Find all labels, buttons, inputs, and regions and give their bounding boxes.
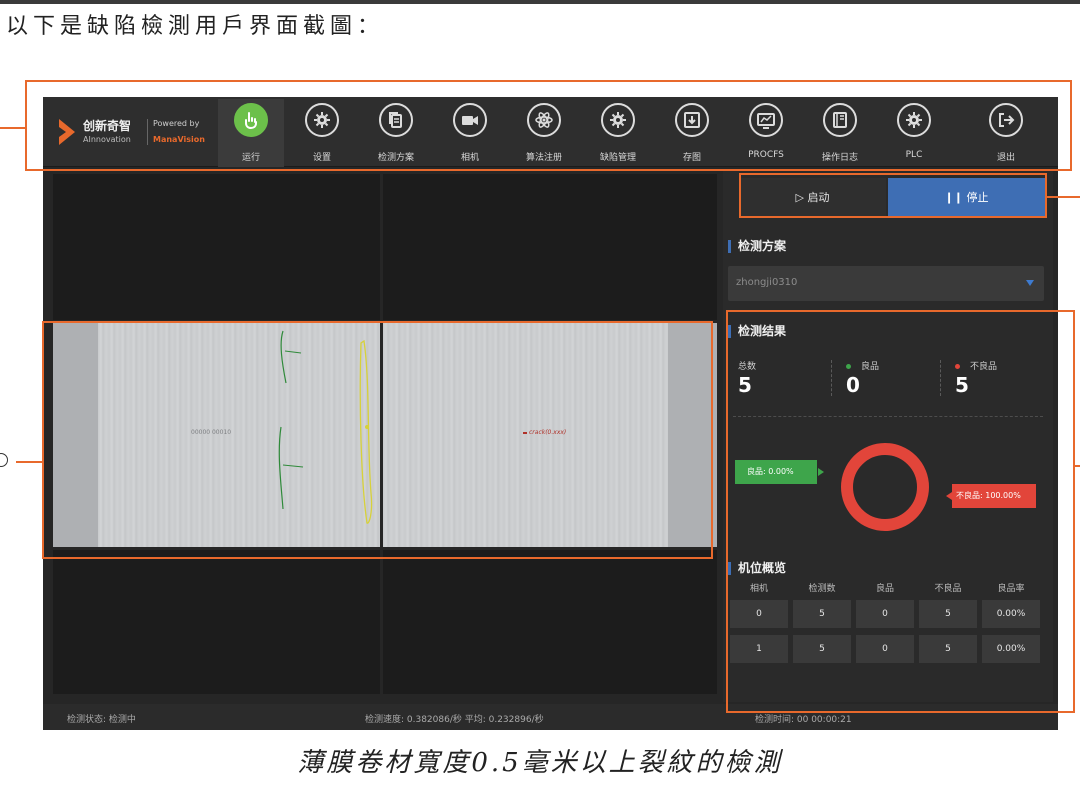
callout-leader-line <box>1074 465 1080 467</box>
toolbar-callout-frame <box>25 80 1072 171</box>
camera-callout-frame <box>42 321 713 559</box>
callout-leader-line <box>16 461 43 463</box>
callout-leader-line <box>1047 196 1080 198</box>
top-rule <box>0 0 1080 4</box>
status-time: 检测时间: 00 00:00:21 <box>755 715 852 725</box>
controls-callout-frame <box>739 173 1047 218</box>
callout-leader-line <box>0 127 26 129</box>
results-callout-frame <box>726 310 1075 713</box>
scheme-select-value: zhongji0310 <box>736 277 798 288</box>
status-state: 检测状态: 检测中 <box>67 715 136 725</box>
document-heading: 以下是缺陷檢測用戶界面截圖： <box>6 14 385 39</box>
chevron-down-icon <box>1026 280 1034 286</box>
status-speed: 检测速度: 0.382086/秒 平均: 0.232896/秒 <box>365 715 544 725</box>
document-caption: 薄膜卷材寬度0.5毫米以上裂紋的檢測 <box>297 748 783 778</box>
scheme-section-title: 检测方案 <box>728 240 786 253</box>
scheme-select[interactable]: zhongji0310 <box>728 266 1044 301</box>
callout-number-marker <box>0 453 8 467</box>
